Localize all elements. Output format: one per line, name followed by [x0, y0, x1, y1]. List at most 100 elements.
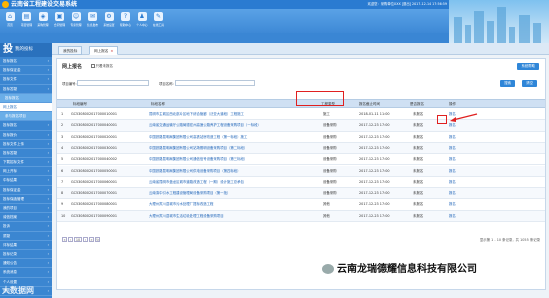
cell-op[interactable]: 报名	[449, 166, 469, 177]
toolbar-item[interactable]: ⌂ 首页	[3, 11, 17, 31]
cell-idx: 3	[61, 134, 64, 139]
tab-online-registration[interactable]: 网上报名 ×	[89, 46, 119, 55]
cell-op[interactable]: 报名	[449, 177, 469, 188]
sidebar-item[interactable]: 投标答疑 ›	[0, 85, 52, 94]
sidebar-item[interactable]: 通知公告 ›	[0, 259, 52, 269]
cell-op[interactable]: 报名	[449, 132, 469, 143]
help-button[interactable]: 系统帮助	[517, 63, 539, 70]
cell-op[interactable]: 报名	[449, 188, 469, 199]
cell-name[interactable]: 中国铁路昆明局集团有限公司通信信号设备采购项目（第三标段）	[149, 154, 317, 165]
table-row: 10 GC5308002017000090001 大理州宾川县城市生活垃圾处理工程设…	[57, 210, 545, 222]
cell-name[interactable]: 中国铁路昆明局集团有限公司高铁站房改造工程（第一标段）施工	[149, 132, 317, 143]
cell-name[interactable]: 大理州宾川县城市生活垃圾处理工程设备采购项目	[149, 211, 317, 222]
page-size-select[interactable]: 10	[74, 237, 82, 242]
sidebar-item[interactable]: 系统消息 ›	[0, 268, 52, 278]
unregistered-only-checkbox[interactable]: 只看未报名	[91, 64, 113, 69]
sidebar-item[interactable]: 投标保函管理 ›	[0, 195, 52, 204]
cell-name[interactable]: 中国铁路昆明局集团有限公司供电设备采购项目（第四标段）	[149, 166, 317, 177]
reset-button[interactable]: 清空	[522, 80, 537, 87]
page-info: 显示第 1 - 10 条记录，共 1055 条记录	[479, 238, 540, 242]
sidebar-item[interactable]: 投标报价 ›	[0, 131, 52, 140]
sidebar-item[interactable]: 质疑 ›	[0, 232, 52, 241]
toolbar-item[interactable]: ⚙ 系统设置	[102, 11, 116, 31]
cell-idx: 9	[61, 202, 64, 207]
cell-op[interactable]: 报名	[449, 199, 469, 210]
refresh-icon[interactable]: ↻	[95, 237, 100, 242]
cell-type: 设备采购	[323, 157, 337, 162]
header-code: 标段编号	[73, 102, 87, 106]
sidebar-item-label: 投标报名	[5, 95, 19, 100]
next-page-icon[interactable]: ›	[83, 237, 88, 242]
tab-my-bids[interactable]: 我的投标	[58, 46, 83, 55]
sidebar-item-label: 质疑	[3, 233, 10, 238]
checkbox-label: 只看未报名	[95, 64, 114, 68]
toolbar-subbar	[0, 33, 449, 43]
search-button[interactable]: 搜索	[500, 80, 515, 87]
toolbar-item[interactable]: ✉ 信息发布	[86, 11, 100, 31]
toolbar-item[interactable]: ☺ 专家管理	[69, 11, 83, 31]
checkbox-icon[interactable]	[91, 64, 95, 68]
sidebar-item-label: 中标结果	[3, 178, 17, 183]
cell-op[interactable]: 报名	[449, 211, 469, 222]
last-page-icon[interactable]: »	[89, 237, 94, 242]
sidebar-item[interactable]: 投标报名 ›	[0, 121, 52, 131]
cell-code: GC5308002017000080001	[71, 202, 117, 207]
sidebar-item[interactable]: 下载招标文件 ›	[0, 158, 52, 168]
sidebar-item[interactable]: 投标保证金 ›	[0, 66, 52, 76]
sidebar-item[interactable]: 中标结果 ›	[0, 176, 52, 186]
toolbar-item[interactable]: ◈ 采购管理	[36, 11, 50, 31]
chevron-right-icon: ›	[47, 141, 49, 146]
person-icon: ♟	[137, 12, 147, 21]
cell-name[interactable]: 云南滇中引水工程建设管理局设备采购项目（第一批）	[149, 188, 317, 199]
chevron-right-icon: ›	[47, 196, 49, 201]
cell-idx: 8	[61, 191, 64, 196]
code-filter-input[interactable]	[77, 80, 149, 86]
toolbar-item[interactable]: ▣ 合同管理	[53, 11, 67, 31]
cell-op[interactable]: 报名	[449, 154, 469, 165]
sidebar-item-label: 通知公告	[3, 261, 17, 266]
cell-type: 设备采购	[323, 179, 337, 184]
sidebar-item[interactable]: 投标文件上传 ›	[0, 140, 52, 149]
toolbar-item[interactable]: ♟ 个人中心	[135, 11, 149, 31]
sidebar-item[interactable]: 投标答疑 ›	[0, 149, 52, 159]
sidebar-item[interactable]: 投标保证金 ›	[0, 186, 52, 195]
cell-type: 其他	[323, 213, 330, 218]
cell-name[interactable]: 昆明市主城区西北部片区地下综合管廊（泛亚大道段）工程施工	[149, 109, 317, 120]
sidebar: 投 我的投标 投标报名 › 投标保证金 › 投标文件 › 投标答疑 › 投标报名 网上报名 参与报名…	[0, 43, 52, 298]
sidebar-item[interactable]: 投标文件 ›	[0, 75, 52, 85]
sidebar-item-label: 投标文件	[3, 77, 17, 82]
cell-type: 设备采购	[323, 168, 337, 173]
chevron-right-icon: ›	[47, 288, 49, 293]
sidebar-item[interactable]: 网上报名	[0, 102, 52, 113]
close-icon[interactable]: ×	[110, 49, 113, 53]
sidebar-item[interactable]: 参与报名项目	[0, 112, 52, 122]
user-info[interactable]: 欢迎您：采购单位XXX [退出] 2017-12-14 17:56:59	[368, 2, 447, 7]
cell-name[interactable]: 云南省昆明市盘龙区城市道路改造工程（一期）设计施工总承包	[149, 177, 317, 188]
sidebar-item[interactable]: 评标结果 ›	[0, 241, 52, 250]
notice-icon: ✉	[88, 12, 97, 21]
toolbar-item-label: 专家管理	[70, 23, 82, 27]
toolbar-item[interactable]: ✎ 在线工具	[152, 11, 166, 31]
prev-page-icon[interactable]: ‹	[68, 237, 73, 242]
sidebar-item[interactable]: 投标报名	[0, 93, 52, 103]
name-filter-input[interactable]	[175, 80, 255, 86]
chevron-right-icon: ›	[47, 68, 49, 73]
sidebar-item[interactable]: 投诉 ›	[0, 222, 52, 232]
sidebar-item[interactable]: 投标记录 ›	[0, 250, 52, 260]
toolbar-item[interactable]: ▤ 项目管理	[20, 11, 34, 31]
sidebar-item[interactable]: 网上开标 ›	[0, 167, 52, 177]
sidebar-item[interactable]: 我的项目 ›	[0, 204, 52, 214]
cell-name[interactable]: 中国铁路昆明局集团有限公司站场照明设备采购项目（第二标段）	[149, 143, 317, 154]
cell-name[interactable]: 大理州宾川县城市污水处理厂提标改造工程	[149, 199, 317, 210]
table-footer: «‹ 10 ›» ↻ 显示第 1 - 10 条记录，共 1055 条记录	[56, 236, 546, 246]
toolbar-item[interactable]: ? 帮助中心	[119, 11, 133, 31]
sidebar-item[interactable]: 诚信档案 ›	[0, 213, 52, 223]
cell-op[interactable]: 报名	[449, 143, 469, 154]
first-page-icon[interactable]: «	[62, 237, 67, 242]
tool-icon: ✎	[154, 12, 163, 21]
sidebar-item-label: 投标保证金	[3, 68, 21, 73]
cell-name[interactable]: 云南省交通运输厅公路局德宏州高速公路养护工程设备采购项目（一标段）	[149, 120, 317, 131]
chevron-right-icon: ›	[47, 215, 49, 220]
table-row: 3 GC5308002017000020001 中国铁路昆明局集团有限公司高铁站房改…	[57, 132, 545, 143]
sidebar-item[interactable]: 投标报名 ›	[0, 57, 52, 67]
